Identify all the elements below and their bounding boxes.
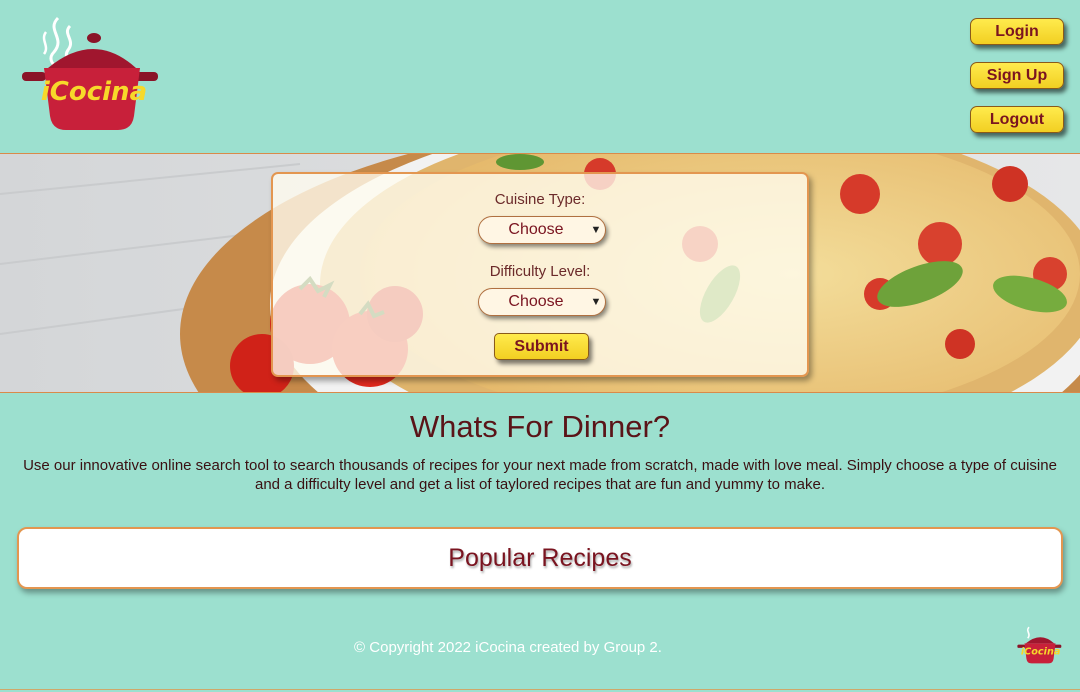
page-title: Whats For Dinner? [409,409,671,444]
chevron-down-icon: ▼ [590,296,602,308]
logout-button[interactable]: Logout [970,106,1064,133]
icocina-logo[interactable]: iCocina [18,8,166,138]
hero-banner: Cuisine Type: Choose ▼ Difficulty Level:… [0,153,1080,393]
cuisine-type-value: Choose [508,221,564,238]
footer-copyright: © Copyright 2022 iCocina created by Grou… [354,639,662,656]
difficulty-level-select[interactable]: Choose ▼ [478,288,606,316]
signup-button[interactable]: Sign Up [970,62,1064,89]
site-header: iCocina Login Sign Up Logout [0,0,1080,153]
difficulty-level-value: Choose [508,293,564,310]
intro-description: Use our innovative online search tool to… [23,457,1057,493]
login-button[interactable]: Login [970,18,1064,45]
popular-recipes-title: Popular Recipes [448,543,632,572]
cuisine-type-label: Cuisine Type: [494,191,586,208]
difficulty-level-label: Difficulty Level: [489,263,591,280]
recipe-search-panel: Cuisine Type: Choose ▼ Difficulty Level:… [271,172,809,377]
footer-logo[interactable]: iCocina [1016,624,1064,666]
submit-button[interactable]: Submit [494,333,589,360]
footer-divider [0,689,1080,690]
chevron-down-icon: ▼ [590,224,602,236]
popular-recipes-section: Popular Recipes [17,527,1063,589]
logo-text: iCocina [41,77,147,107]
cuisine-type-select[interactable]: Choose ▼ [478,216,606,244]
footer-logo-text: iCocina [1021,646,1061,657]
